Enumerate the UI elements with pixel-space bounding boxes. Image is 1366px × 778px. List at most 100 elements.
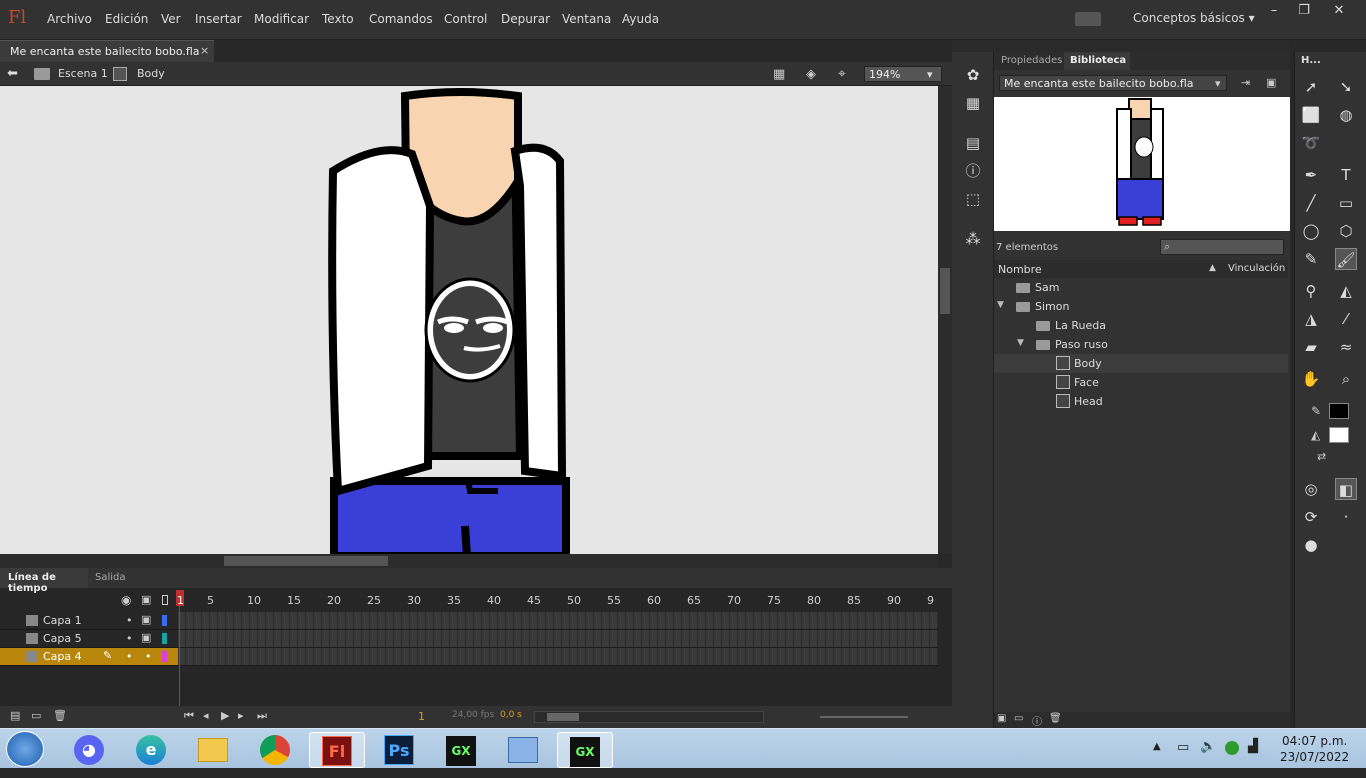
volume-icon[interactable]: 🔈 — [1200, 739, 1216, 754]
step-forward-icon[interactable]: ▸ — [238, 709, 244, 722]
first-frame-icon[interactable]: ⏮ — [184, 709, 194, 723]
fill-color-swatch[interactable] — [1329, 427, 1349, 443]
minimize-button[interactable]: – — [1259, 3, 1289, 19]
library-item[interactable]: ▼ Simon — [994, 297, 1288, 316]
scrollbar-thumb[interactable] — [224, 556, 388, 566]
play-icon[interactable]: ▶ — [221, 709, 229, 722]
timeline-scrollbar[interactable] — [534, 711, 764, 723]
visibility-dot[interactable]: • — [126, 614, 133, 627]
clock-date[interactable]: 23/07/2022 — [1280, 750, 1349, 764]
free-transform-icon[interactable]: ⬜ — [1300, 104, 1322, 126]
tab-output[interactable]: Salida — [95, 572, 126, 583]
lock-dot[interactable]: • — [145, 650, 152, 663]
layer-row-selected[interactable]: Capa 4 ✎ • • — [0, 648, 178, 666]
scrollbar-thumb[interactable] — [547, 713, 579, 721]
flash-taskbar-button[interactable]: Fl — [309, 732, 365, 768]
visibility-dot[interactable]: • — [126, 632, 133, 645]
network-status-icon[interactable] — [1225, 741, 1239, 755]
menu-ayuda[interactable]: Ayuda — [622, 12, 659, 26]
maximize-button[interactable]: ❐ — [1289, 3, 1319, 19]
frame-rate[interactable]: 24,00 fps — [452, 710, 494, 720]
brush-shape-icon[interactable]: ● — [1300, 534, 1322, 556]
new-library-icon[interactable]: ▣ — [1266, 76, 1276, 89]
eye-icon[interactable]: ◉ — [121, 593, 131, 607]
tab-timeline[interactable]: Línea de tiempo — [0, 568, 88, 594]
library-item-selected[interactable]: Body — [994, 354, 1288, 373]
opera-gx-icon[interactable]: GX — [439, 732, 483, 768]
library-item[interactable]: La Rueda — [994, 316, 1288, 335]
bone-tool-icon[interactable]: ⚲ — [1300, 280, 1322, 302]
close-window-button[interactable]: ✕ — [1324, 3, 1354, 19]
swap-colors-icon[interactable]: ⇄ — [1317, 450, 1326, 463]
eraser-tool-icon[interactable]: ▰ — [1300, 336, 1322, 358]
menu-comandos[interactable]: Comandos — [369, 12, 433, 26]
library-item[interactable]: Sam — [994, 278, 1288, 297]
subselection-tool-icon[interactable]: ➘ — [1335, 76, 1357, 98]
frame-cells[interactable] — [178, 630, 938, 648]
visibility-dot[interactable]: • — [126, 650, 133, 663]
ink-bottle-icon[interactable]: ◮ — [1300, 308, 1322, 330]
breadcrumb-symbol[interactable]: Body — [137, 67, 165, 80]
start-button[interactable] — [6, 731, 44, 767]
pin-icon[interactable]: ⇥ — [1241, 76, 1250, 89]
library-item[interactable]: Head — [994, 392, 1288, 411]
center-stage-icon[interactable]: ⌖ — [838, 66, 846, 82]
polystar-tool-icon[interactable]: ⬡ — [1335, 220, 1357, 242]
brush-mode-icon[interactable]: ◧ — [1335, 478, 1357, 500]
menu-archivo[interactable]: Archivo — [47, 12, 92, 26]
layer-color-swatch[interactable] — [162, 633, 167, 644]
back-arrow-icon[interactable]: ⬅ — [7, 66, 18, 81]
lock-icon[interactable]: ▣ — [141, 593, 151, 606]
library-item[interactable]: ▼ Paso ruso — [994, 335, 1288, 354]
palette-icon[interactable]: ✿ — [962, 64, 984, 86]
library-file-select[interactable]: Me encanta este bailecito bobo.fla ▾ — [999, 75, 1227, 91]
trash-icon[interactable]: 🗑 — [1049, 713, 1062, 724]
properties-icon[interactable]: ⓘ — [1032, 713, 1042, 728]
width-tool-icon[interactable]: ≈ — [1335, 336, 1357, 358]
lock-icon[interactable]: ▣ — [141, 631, 151, 644]
pencil-tool-icon[interactable]: ✎ — [1300, 248, 1322, 270]
trash-icon[interactable]: 🗑 — [53, 709, 67, 722]
admin-tools-icon[interactable] — [501, 732, 545, 768]
rectangle-tool-icon[interactable]: ▭ — [1335, 192, 1357, 214]
new-folder-icon[interactable]: ▭ — [31, 709, 41, 722]
device-icon[interactable]: ▭ — [1177, 740, 1189, 755]
transform-icon[interactable]: ⬚ — [962, 188, 984, 210]
new-layer-icon[interactable]: ▤ — [10, 709, 20, 722]
column-linkage[interactable]: Vinculación — [1228, 263, 1285, 274]
layer-color-swatch[interactable] — [162, 615, 167, 626]
lock-icon[interactable]: ▣ — [141, 613, 151, 626]
menu-texto[interactable]: Texto — [322, 12, 354, 26]
current-frame[interactable]: 1 — [418, 710, 425, 723]
zoom-select[interactable]: 194% ▾ — [864, 66, 942, 82]
layer-row[interactable]: Capa 5 • ▣ — [0, 630, 178, 648]
menu-insertar[interactable]: Insertar — [195, 12, 242, 26]
layer-color-swatch[interactable] — [162, 651, 167, 662]
components-icon[interactable]: ⁂ — [962, 228, 984, 250]
align-icon[interactable]: ▤ — [962, 132, 984, 154]
file-explorer-icon[interactable] — [191, 732, 235, 768]
selection-tool-icon[interactable]: ➚ — [1300, 76, 1322, 98]
line-tool-icon[interactable]: ╱ — [1300, 192, 1322, 214]
menu-ventana[interactable]: Ventana — [562, 12, 611, 26]
info-icon[interactable]: ⓘ — [962, 160, 984, 182]
grid-icon[interactable]: ▦ — [962, 92, 984, 114]
new-symbol-icon[interactable]: ▣ — [997, 713, 1006, 724]
lock-fill-icon[interactable]: ⟳ — [1300, 506, 1322, 528]
tab-library[interactable]: Biblioteca — [1064, 52, 1130, 70]
menu-control[interactable]: Control — [444, 12, 487, 26]
clock-time[interactable]: 04:07 p.m. — [1282, 734, 1347, 748]
stage[interactable] — [0, 86, 938, 554]
show-hidden-icons[interactable]: ▲ — [1153, 741, 1161, 752]
oval-tool-icon[interactable]: ◯ — [1300, 220, 1322, 242]
close-tab-button[interactable]: × — [200, 44, 209, 57]
menu-depurar[interactable]: Depurar — [501, 12, 550, 26]
signal-icon[interactable]: ▟ — [1248, 739, 1258, 754]
edge-icon[interactable]: e — [129, 732, 173, 768]
menu-ver[interactable]: Ver — [161, 12, 181, 26]
breadcrumb-scene[interactable]: Escena 1 — [58, 67, 108, 80]
expand-arrow-icon[interactable]: ▼ — [997, 300, 1004, 310]
3d-rotation-icon[interactable]: ◍ — [1335, 104, 1357, 126]
text-tool-icon[interactable]: T — [1335, 164, 1357, 186]
opera-gx-taskbar-button[interactable]: GX — [557, 732, 613, 768]
